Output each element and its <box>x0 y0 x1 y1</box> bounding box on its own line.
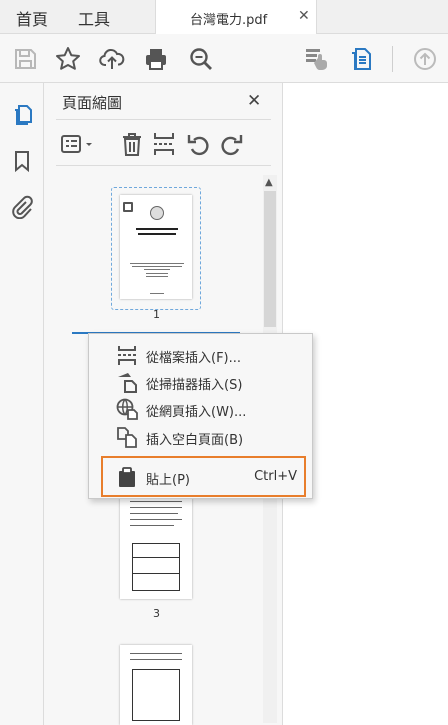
menu-item-insert-from-file[interactable]: 從檔案插入(F)... <box>89 342 314 370</box>
panel-title: 頁面縮圖 <box>62 94 123 112</box>
tab-document-label: 台灣電力.pdf <box>190 13 268 28</box>
page-up-icon[interactable] <box>412 46 438 72</box>
tab-document[interactable]: 台灣電力.pdf ✕ <box>155 0 317 34</box>
page-thumbnail-selected[interactable] <box>111 187 201 310</box>
star-icon[interactable] <box>55 46 81 72</box>
search-icon[interactable] <box>188 46 214 72</box>
text-line <box>138 233 176 235</box>
insert-from-web-icon <box>116 398 138 420</box>
seal-icon <box>150 206 164 220</box>
text-line <box>144 269 170 270</box>
page-number-label: 3 <box>153 607 160 620</box>
text-line <box>130 501 182 502</box>
text-line <box>130 653 182 654</box>
save-icon[interactable] <box>12 46 38 72</box>
menu-item-paste[interactable]: 貼上(P) Ctrl+V <box>89 464 314 492</box>
toolbar-separator <box>392 46 393 72</box>
insert-pages-icon[interactable] <box>152 131 176 157</box>
page-thumbnail-3[interactable] <box>120 493 192 599</box>
scroll-up-arrow-icon[interactable]: ▲ <box>265 177 273 188</box>
text-line <box>132 573 180 574</box>
context-menu: 從檔案插入(F)... 從掃描器插入(S) 從網頁插入(W)... 插入空白頁面… <box>88 333 313 499</box>
shortcut-label: Ctrl+V <box>254 469 297 484</box>
text-line <box>146 273 168 274</box>
close-icon[interactable]: ✕ <box>247 91 261 111</box>
insert-from-file-icon <box>116 344 138 366</box>
menu-item-label: 插入空白頁面(B) <box>146 433 244 448</box>
clipboard-icon <box>116 466 138 488</box>
text-line <box>130 513 178 514</box>
text-line <box>130 263 184 264</box>
menu-item-label: 貼上(P) <box>146 473 190 488</box>
page-thumbnails-icon[interactable] <box>10 103 34 127</box>
menu-item-label: 從掃描器插入(S) <box>146 378 243 393</box>
insert-from-scanner-icon <box>116 371 138 393</box>
rotate-left-icon[interactable] <box>186 131 210 157</box>
rotate-right-icon[interactable] <box>220 131 244 157</box>
menu-item-label: 從網頁插入(W)... <box>146 405 247 420</box>
menu-item-insert-from-web[interactable]: 從網頁插入(W)... <box>89 396 314 424</box>
text-line <box>146 276 168 277</box>
menu-item-insert-from-scanner[interactable]: 從掃描器插入(S) <box>89 369 314 397</box>
text-line <box>130 519 182 520</box>
page-select-icon <box>123 202 133 212</box>
divider <box>56 165 271 166</box>
table-box <box>132 543 180 591</box>
text-line <box>136 228 178 230</box>
fill-form-icon[interactable] <box>348 46 374 72</box>
options-menu-icon[interactable] <box>60 131 96 157</box>
menu-item-label: 從檔案插入(F)... <box>146 351 242 366</box>
touch-mode-icon[interactable] <box>304 46 330 72</box>
scrollbar-thumb[interactable] <box>264 191 276 327</box>
text-line <box>130 525 174 526</box>
tab-home[interactable]: 首頁 <box>16 6 48 30</box>
cloud-upload-icon[interactable] <box>99 46 125 72</box>
print-icon[interactable] <box>143 46 169 72</box>
delete-icon[interactable] <box>120 131 144 157</box>
text-line <box>132 557 180 558</box>
left-navigation-rail <box>0 83 44 725</box>
bookmark-icon[interactable] <box>10 149 34 173</box>
page-number-label: 1 <box>153 308 160 321</box>
text-line <box>132 266 182 267</box>
text-line <box>130 507 182 508</box>
page-thumbnail-4[interactable] <box>120 645 192 725</box>
main-toolbar <box>0 34 448 83</box>
menu-item-insert-blank-page[interactable]: 插入空白頁面(B) <box>89 424 314 452</box>
insert-blank-page-icon <box>116 426 138 448</box>
tab-tools[interactable]: 工具 <box>78 6 110 30</box>
tab-bar: 首頁 工具 台灣電力.pdf ✕ <box>0 0 448 34</box>
text-line <box>150 293 164 294</box>
close-icon[interactable]: ✕ <box>298 8 310 24</box>
page-thumbnail-1 <box>120 195 192 299</box>
table-box <box>132 669 180 721</box>
divider <box>56 119 271 120</box>
attachment-icon[interactable] <box>10 195 34 220</box>
text-line <box>130 659 182 660</box>
